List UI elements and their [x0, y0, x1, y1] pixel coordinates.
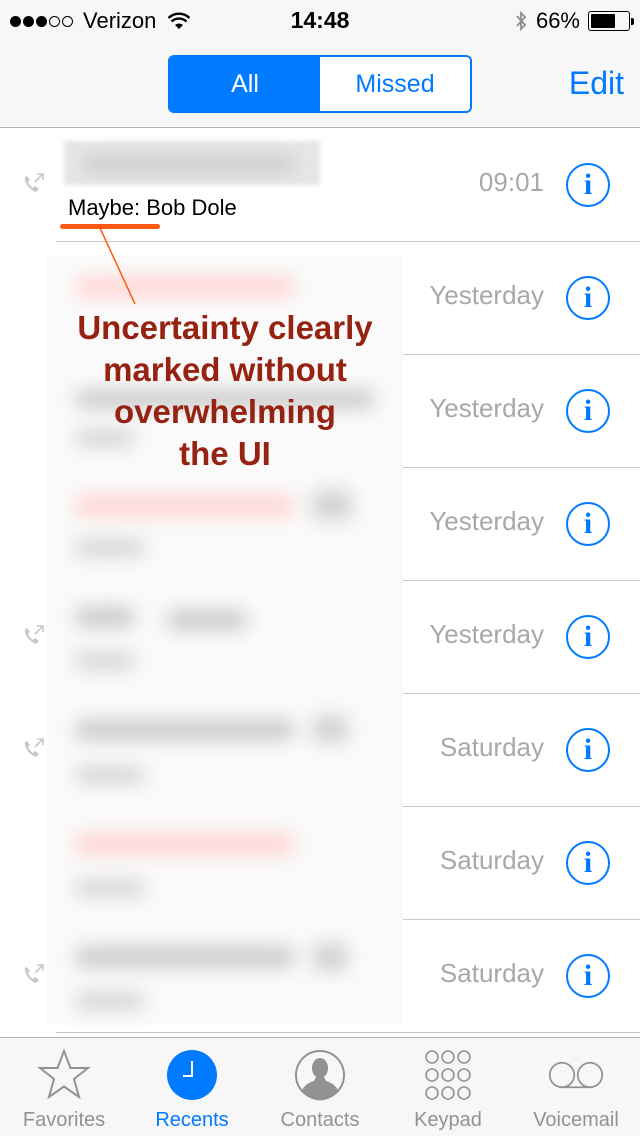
recent-calls-list: Maybe: Bob Dole 09:01 i Yesterday i Yest… — [0, 129, 640, 1036]
info-button[interactable]: i — [566, 728, 610, 772]
outgoing-call-icon — [24, 625, 44, 644]
voicemail-icon — [548, 1047, 604, 1103]
segment-all[interactable]: All — [170, 57, 320, 111]
annotation-line: overwhelming — [114, 393, 336, 430]
annotation-callout: Uncertainty clearly marked without overw… — [50, 307, 400, 475]
info-button[interactable]: i — [566, 954, 610, 998]
tab-label: Keypad — [414, 1109, 482, 1131]
tab-favorites[interactable]: Favorites — [0, 1038, 128, 1136]
info-icon: i — [583, 507, 593, 540]
navigation-bar: All Missed Edit — [0, 40, 640, 128]
info-button[interactable]: i — [566, 615, 610, 659]
call-time: 09:01 — [478, 167, 544, 197]
info-button[interactable]: i — [566, 389, 610, 433]
call-time: Yesterday — [429, 506, 544, 536]
caller-name-redacted — [64, 141, 320, 185]
tab-bar: Favorites Recents Contacts Keypad Voicem… — [0, 1037, 640, 1136]
call-time: Yesterday — [429, 619, 544, 649]
info-button[interactable]: i — [566, 502, 610, 546]
redacted-name — [75, 607, 135, 627]
info-button[interactable]: i — [566, 276, 610, 320]
suggestion-highlight-underline — [60, 224, 160, 229]
info-icon: i — [583, 281, 593, 314]
tab-voicemail[interactable]: Voicemail — [512, 1038, 640, 1136]
info-button[interactable]: i — [566, 841, 610, 885]
redacted-name — [75, 947, 295, 967]
redacted-label — [75, 540, 145, 556]
redacted-count — [312, 943, 348, 971]
edit-button[interactable]: Edit — [569, 65, 624, 102]
call-row[interactable]: Maybe: Bob Dole 09:01 i — [0, 129, 640, 242]
tab-contacts[interactable]: Contacts — [256, 1038, 384, 1136]
battery-nub — [631, 18, 634, 25]
bluetooth-icon — [516, 10, 527, 32]
tab-label: Recents — [155, 1109, 229, 1131]
tab-keypad[interactable]: Keypad — [384, 1038, 512, 1136]
redacted-name — [75, 277, 295, 297]
info-icon: i — [583, 168, 593, 201]
info-icon: i — [583, 394, 593, 427]
redacted-name — [75, 720, 295, 740]
outgoing-call-icon — [24, 173, 44, 192]
call-filter-segmented-control: All Missed — [168, 55, 472, 113]
clock-icon — [164, 1047, 220, 1103]
redacted-count — [312, 490, 352, 520]
battery-level — [591, 14, 615, 28]
annotation-line: marked without — [103, 351, 347, 388]
call-time: Yesterday — [429, 393, 544, 423]
tab-label: Favorites — [22, 1109, 106, 1131]
info-icon: i — [583, 959, 593, 992]
segment-missed[interactable]: Missed — [320, 57, 470, 111]
redacted-name — [167, 610, 247, 630]
redacted-label — [75, 653, 135, 669]
info-icon: i — [583, 733, 593, 766]
outgoing-call-icon — [24, 964, 44, 983]
keypad-icon — [420, 1047, 476, 1103]
redacted-count — [312, 715, 348, 743]
call-time: Saturday — [439, 732, 544, 762]
call-time: Saturday — [439, 845, 544, 875]
battery-percent: 66% — [535, 8, 580, 33]
tab-recents[interactable]: Recents — [128, 1038, 256, 1136]
info-button[interactable]: i — [566, 163, 610, 207]
outgoing-call-icon — [24, 738, 44, 757]
redacted-label — [75, 767, 145, 783]
redacted-label — [75, 880, 145, 896]
info-icon: i — [583, 846, 593, 879]
annotation-line: Uncertainty clearly — [77, 309, 373, 346]
annotation-line: the UI — [179, 435, 271, 472]
caller-suggestion: Maybe: Bob Dole — [68, 195, 237, 220]
status-bar: Verizon 14:48 66% — [0, 0, 640, 40]
tab-label: Voicemail — [533, 1109, 619, 1131]
contact-silhouette-icon — [292, 1047, 348, 1103]
battery-icon — [588, 11, 634, 31]
redacted-label — [75, 993, 145, 1009]
info-icon: i — [583, 620, 593, 653]
status-right: 66% — [514, 8, 634, 34]
star-icon — [36, 1047, 92, 1103]
redacted-name — [75, 833, 295, 855]
call-time: Saturday — [439, 958, 544, 988]
call-time: Yesterday — [429, 280, 544, 310]
tab-label: Contacts — [280, 1109, 360, 1131]
redacted-name — [75, 495, 295, 517]
